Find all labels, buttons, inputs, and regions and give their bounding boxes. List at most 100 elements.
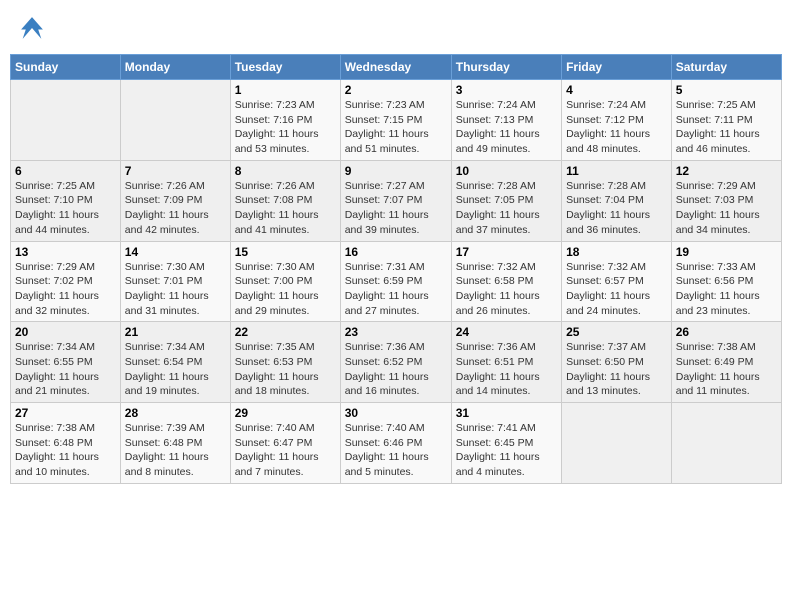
- day-number: 3: [456, 83, 557, 97]
- day-number: 19: [676, 245, 777, 259]
- day-info: Sunrise: 7:30 AM Sunset: 7:00 PM Dayligh…: [235, 260, 336, 319]
- calendar-cell: 7Sunrise: 7:26 AM Sunset: 7:09 PM Daylig…: [120, 160, 230, 241]
- calendar-cell: 12Sunrise: 7:29 AM Sunset: 7:03 PM Dayli…: [671, 160, 781, 241]
- day-info: Sunrise: 7:36 AM Sunset: 6:51 PM Dayligh…: [456, 340, 557, 399]
- calendar-cell: 24Sunrise: 7:36 AM Sunset: 6:51 PM Dayli…: [451, 322, 561, 403]
- day-info: Sunrise: 7:25 AM Sunset: 7:10 PM Dayligh…: [15, 179, 116, 238]
- day-number: 16: [345, 245, 447, 259]
- calendar-cell: 13Sunrise: 7:29 AM Sunset: 7:02 PM Dayli…: [11, 241, 121, 322]
- calendar-week-row: 6Sunrise: 7:25 AM Sunset: 7:10 PM Daylig…: [11, 160, 782, 241]
- day-info: Sunrise: 7:32 AM Sunset: 6:58 PM Dayligh…: [456, 260, 557, 319]
- calendar-cell: 15Sunrise: 7:30 AM Sunset: 7:00 PM Dayli…: [230, 241, 340, 322]
- calendar-cell: 16Sunrise: 7:31 AM Sunset: 6:59 PM Dayli…: [340, 241, 451, 322]
- calendar-cell: 10Sunrise: 7:28 AM Sunset: 7:05 PM Dayli…: [451, 160, 561, 241]
- calendar-header-wednesday: Wednesday: [340, 55, 451, 80]
- day-info: Sunrise: 7:26 AM Sunset: 7:08 PM Dayligh…: [235, 179, 336, 238]
- logo: [18, 14, 48, 42]
- calendar-cell: 11Sunrise: 7:28 AM Sunset: 7:04 PM Dayli…: [562, 160, 672, 241]
- day-number: 29: [235, 406, 336, 420]
- day-number: 31: [456, 406, 557, 420]
- day-number: 22: [235, 325, 336, 339]
- day-info: Sunrise: 7:35 AM Sunset: 6:53 PM Dayligh…: [235, 340, 336, 399]
- day-number: 23: [345, 325, 447, 339]
- day-number: 8: [235, 164, 336, 178]
- calendar-cell: 20Sunrise: 7:34 AM Sunset: 6:55 PM Dayli…: [11, 322, 121, 403]
- day-info: Sunrise: 7:23 AM Sunset: 7:16 PM Dayligh…: [235, 98, 336, 157]
- day-number: 24: [456, 325, 557, 339]
- calendar-cell: 4Sunrise: 7:24 AM Sunset: 7:12 PM Daylig…: [562, 80, 672, 161]
- day-number: 13: [15, 245, 116, 259]
- day-info: Sunrise: 7:27 AM Sunset: 7:07 PM Dayligh…: [345, 179, 447, 238]
- page-header: [10, 10, 782, 46]
- day-info: Sunrise: 7:24 AM Sunset: 7:12 PM Dayligh…: [566, 98, 667, 157]
- calendar-cell: 28Sunrise: 7:39 AM Sunset: 6:48 PM Dayli…: [120, 403, 230, 484]
- calendar-cell: 25Sunrise: 7:37 AM Sunset: 6:50 PM Dayli…: [562, 322, 672, 403]
- day-number: 7: [125, 164, 226, 178]
- calendar-cell: [11, 80, 121, 161]
- day-number: 26: [676, 325, 777, 339]
- day-info: Sunrise: 7:39 AM Sunset: 6:48 PM Dayligh…: [125, 421, 226, 480]
- calendar-cell: 8Sunrise: 7:26 AM Sunset: 7:08 PM Daylig…: [230, 160, 340, 241]
- calendar-week-row: 20Sunrise: 7:34 AM Sunset: 6:55 PM Dayli…: [11, 322, 782, 403]
- day-number: 12: [676, 164, 777, 178]
- day-number: 11: [566, 164, 667, 178]
- day-info: Sunrise: 7:25 AM Sunset: 7:11 PM Dayligh…: [676, 98, 777, 157]
- day-number: 28: [125, 406, 226, 420]
- day-number: 20: [15, 325, 116, 339]
- calendar-cell: 31Sunrise: 7:41 AM Sunset: 6:45 PM Dayli…: [451, 403, 561, 484]
- calendar-cell: 22Sunrise: 7:35 AM Sunset: 6:53 PM Dayli…: [230, 322, 340, 403]
- day-info: Sunrise: 7:24 AM Sunset: 7:13 PM Dayligh…: [456, 98, 557, 157]
- day-info: Sunrise: 7:40 AM Sunset: 6:47 PM Dayligh…: [235, 421, 336, 480]
- day-number: 27: [15, 406, 116, 420]
- calendar-header-sunday: Sunday: [11, 55, 121, 80]
- calendar-header-row: SundayMondayTuesdayWednesdayThursdayFrid…: [11, 55, 782, 80]
- day-info: Sunrise: 7:31 AM Sunset: 6:59 PM Dayligh…: [345, 260, 447, 319]
- day-number: 2: [345, 83, 447, 97]
- calendar-cell: 3Sunrise: 7:24 AM Sunset: 7:13 PM Daylig…: [451, 80, 561, 161]
- day-number: 21: [125, 325, 226, 339]
- calendar-cell: [120, 80, 230, 161]
- calendar-cell: 26Sunrise: 7:38 AM Sunset: 6:49 PM Dayli…: [671, 322, 781, 403]
- calendar-cell: 21Sunrise: 7:34 AM Sunset: 6:54 PM Dayli…: [120, 322, 230, 403]
- day-number: 18: [566, 245, 667, 259]
- day-info: Sunrise: 7:40 AM Sunset: 6:46 PM Dayligh…: [345, 421, 447, 480]
- day-info: Sunrise: 7:34 AM Sunset: 6:55 PM Dayligh…: [15, 340, 116, 399]
- day-info: Sunrise: 7:38 AM Sunset: 6:48 PM Dayligh…: [15, 421, 116, 480]
- calendar-cell: 30Sunrise: 7:40 AM Sunset: 6:46 PM Dayli…: [340, 403, 451, 484]
- calendar-cell: 17Sunrise: 7:32 AM Sunset: 6:58 PM Dayli…: [451, 241, 561, 322]
- day-info: Sunrise: 7:37 AM Sunset: 6:50 PM Dayligh…: [566, 340, 667, 399]
- calendar-header-thursday: Thursday: [451, 55, 561, 80]
- calendar-cell: 19Sunrise: 7:33 AM Sunset: 6:56 PM Dayli…: [671, 241, 781, 322]
- day-info: Sunrise: 7:26 AM Sunset: 7:09 PM Dayligh…: [125, 179, 226, 238]
- calendar-cell: 1Sunrise: 7:23 AM Sunset: 7:16 PM Daylig…: [230, 80, 340, 161]
- day-number: 5: [676, 83, 777, 97]
- calendar-cell: 14Sunrise: 7:30 AM Sunset: 7:01 PM Dayli…: [120, 241, 230, 322]
- calendar-header-tuesday: Tuesday: [230, 55, 340, 80]
- calendar-cell: 2Sunrise: 7:23 AM Sunset: 7:15 PM Daylig…: [340, 80, 451, 161]
- calendar-cell: 9Sunrise: 7:27 AM Sunset: 7:07 PM Daylig…: [340, 160, 451, 241]
- calendar-week-row: 1Sunrise: 7:23 AM Sunset: 7:16 PM Daylig…: [11, 80, 782, 161]
- day-number: 15: [235, 245, 336, 259]
- day-info: Sunrise: 7:33 AM Sunset: 6:56 PM Dayligh…: [676, 260, 777, 319]
- day-number: 1: [235, 83, 336, 97]
- day-number: 17: [456, 245, 557, 259]
- day-info: Sunrise: 7:23 AM Sunset: 7:15 PM Dayligh…: [345, 98, 447, 157]
- calendar-cell: 29Sunrise: 7:40 AM Sunset: 6:47 PM Dayli…: [230, 403, 340, 484]
- day-number: 14: [125, 245, 226, 259]
- day-info: Sunrise: 7:28 AM Sunset: 7:04 PM Dayligh…: [566, 179, 667, 238]
- calendar-header-saturday: Saturday: [671, 55, 781, 80]
- day-number: 30: [345, 406, 447, 420]
- day-info: Sunrise: 7:29 AM Sunset: 7:03 PM Dayligh…: [676, 179, 777, 238]
- day-number: 9: [345, 164, 447, 178]
- day-number: 4: [566, 83, 667, 97]
- day-info: Sunrise: 7:32 AM Sunset: 6:57 PM Dayligh…: [566, 260, 667, 319]
- calendar-header-friday: Friday: [562, 55, 672, 80]
- calendar-cell: [671, 403, 781, 484]
- day-number: 25: [566, 325, 667, 339]
- calendar-cell: [562, 403, 672, 484]
- calendar-week-row: 27Sunrise: 7:38 AM Sunset: 6:48 PM Dayli…: [11, 403, 782, 484]
- calendar-cell: 27Sunrise: 7:38 AM Sunset: 6:48 PM Dayli…: [11, 403, 121, 484]
- day-info: Sunrise: 7:38 AM Sunset: 6:49 PM Dayligh…: [676, 340, 777, 399]
- calendar-cell: 5Sunrise: 7:25 AM Sunset: 7:11 PM Daylig…: [671, 80, 781, 161]
- day-info: Sunrise: 7:28 AM Sunset: 7:05 PM Dayligh…: [456, 179, 557, 238]
